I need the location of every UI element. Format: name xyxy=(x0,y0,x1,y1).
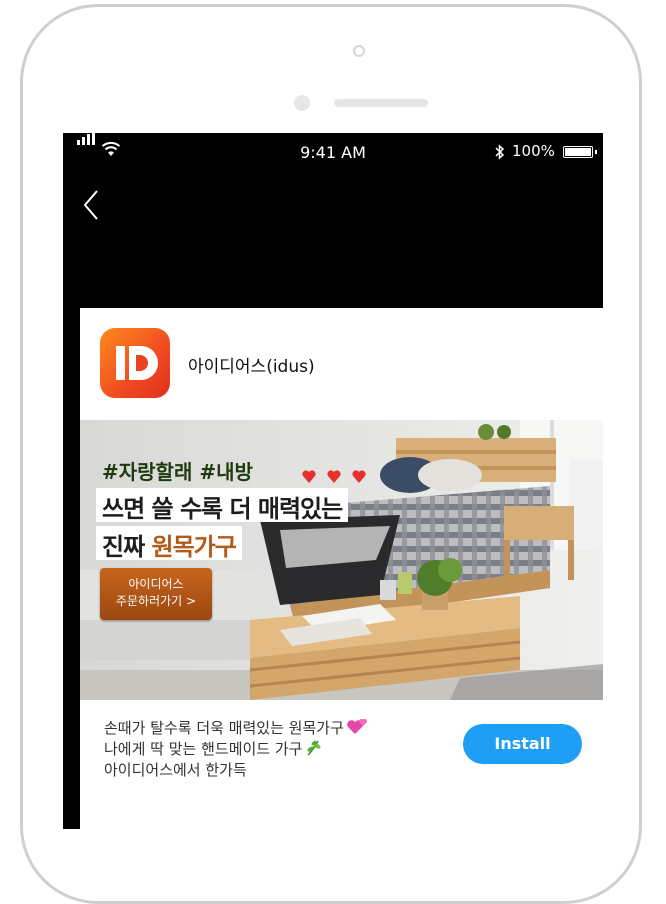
banner-hashtags: #자랑할래 #내방 xyxy=(102,460,253,484)
earpiece-speaker xyxy=(334,99,428,107)
battery-percentage: 100% xyxy=(512,142,555,160)
heart-emoji-icon xyxy=(347,718,367,734)
description-line-2: 나에게 딱 맞는 핸드메이드 가구 xyxy=(104,739,464,760)
ad-banner-image[interactable]: #자랑할래 #내방 쓰면 쓸 수록 더 매력있는 진짜 원목가구 아이디어스 주… xyxy=(80,420,603,700)
headline-prefix: 진짜 xyxy=(102,533,152,561)
herb-emoji-icon xyxy=(307,740,322,756)
ad-card: 아이디어스(idus) #자랑할래 #내방 쓰면 쓸 수록 더 매력있는 진짜 … xyxy=(80,308,603,829)
hearts-icon xyxy=(302,470,366,483)
chevron-left-icon[interactable] xyxy=(77,185,107,225)
status-bar: 9:41 AM 100% xyxy=(63,133,603,169)
battery-icon xyxy=(563,146,597,158)
banner-order-button[interactable]: 아이디어스 주문하러가기 > xyxy=(100,568,212,620)
description-line-3: 아이디어스에서 한가득 xyxy=(104,761,247,779)
phone-screen: 9:41 AM 100% 아이디어스(idus) #자랑할래 #내방 쓰면 쓸 … xyxy=(63,133,603,829)
front-camera xyxy=(353,45,365,57)
banner-headline-1: 쓰면 쓸 수록 더 매력있는 xyxy=(96,488,349,523)
banner-button-line-2: 주문하러가기 > xyxy=(115,594,197,608)
sensor-dot xyxy=(294,95,310,111)
app-logo-icon[interactable] xyxy=(100,328,170,398)
bluetooth-icon xyxy=(495,144,505,160)
description-line-1: 손때가 탈수록 더욱 매력있는 원목가구 xyxy=(104,718,464,739)
banner-headline-2: 진짜 원목가구 xyxy=(96,526,242,561)
headline-highlight: 원목가구 xyxy=(151,533,237,561)
banner-button-line-1: 아이디어스 xyxy=(128,577,184,591)
install-button[interactable]: Install xyxy=(463,724,582,764)
ad-description: 손때가 탈수록 더욱 매력있는 원목가구 나에게 딱 맞는 핸드메이드 가구 아… xyxy=(104,718,464,781)
app-name: 아이디어스(idus) xyxy=(188,357,315,377)
